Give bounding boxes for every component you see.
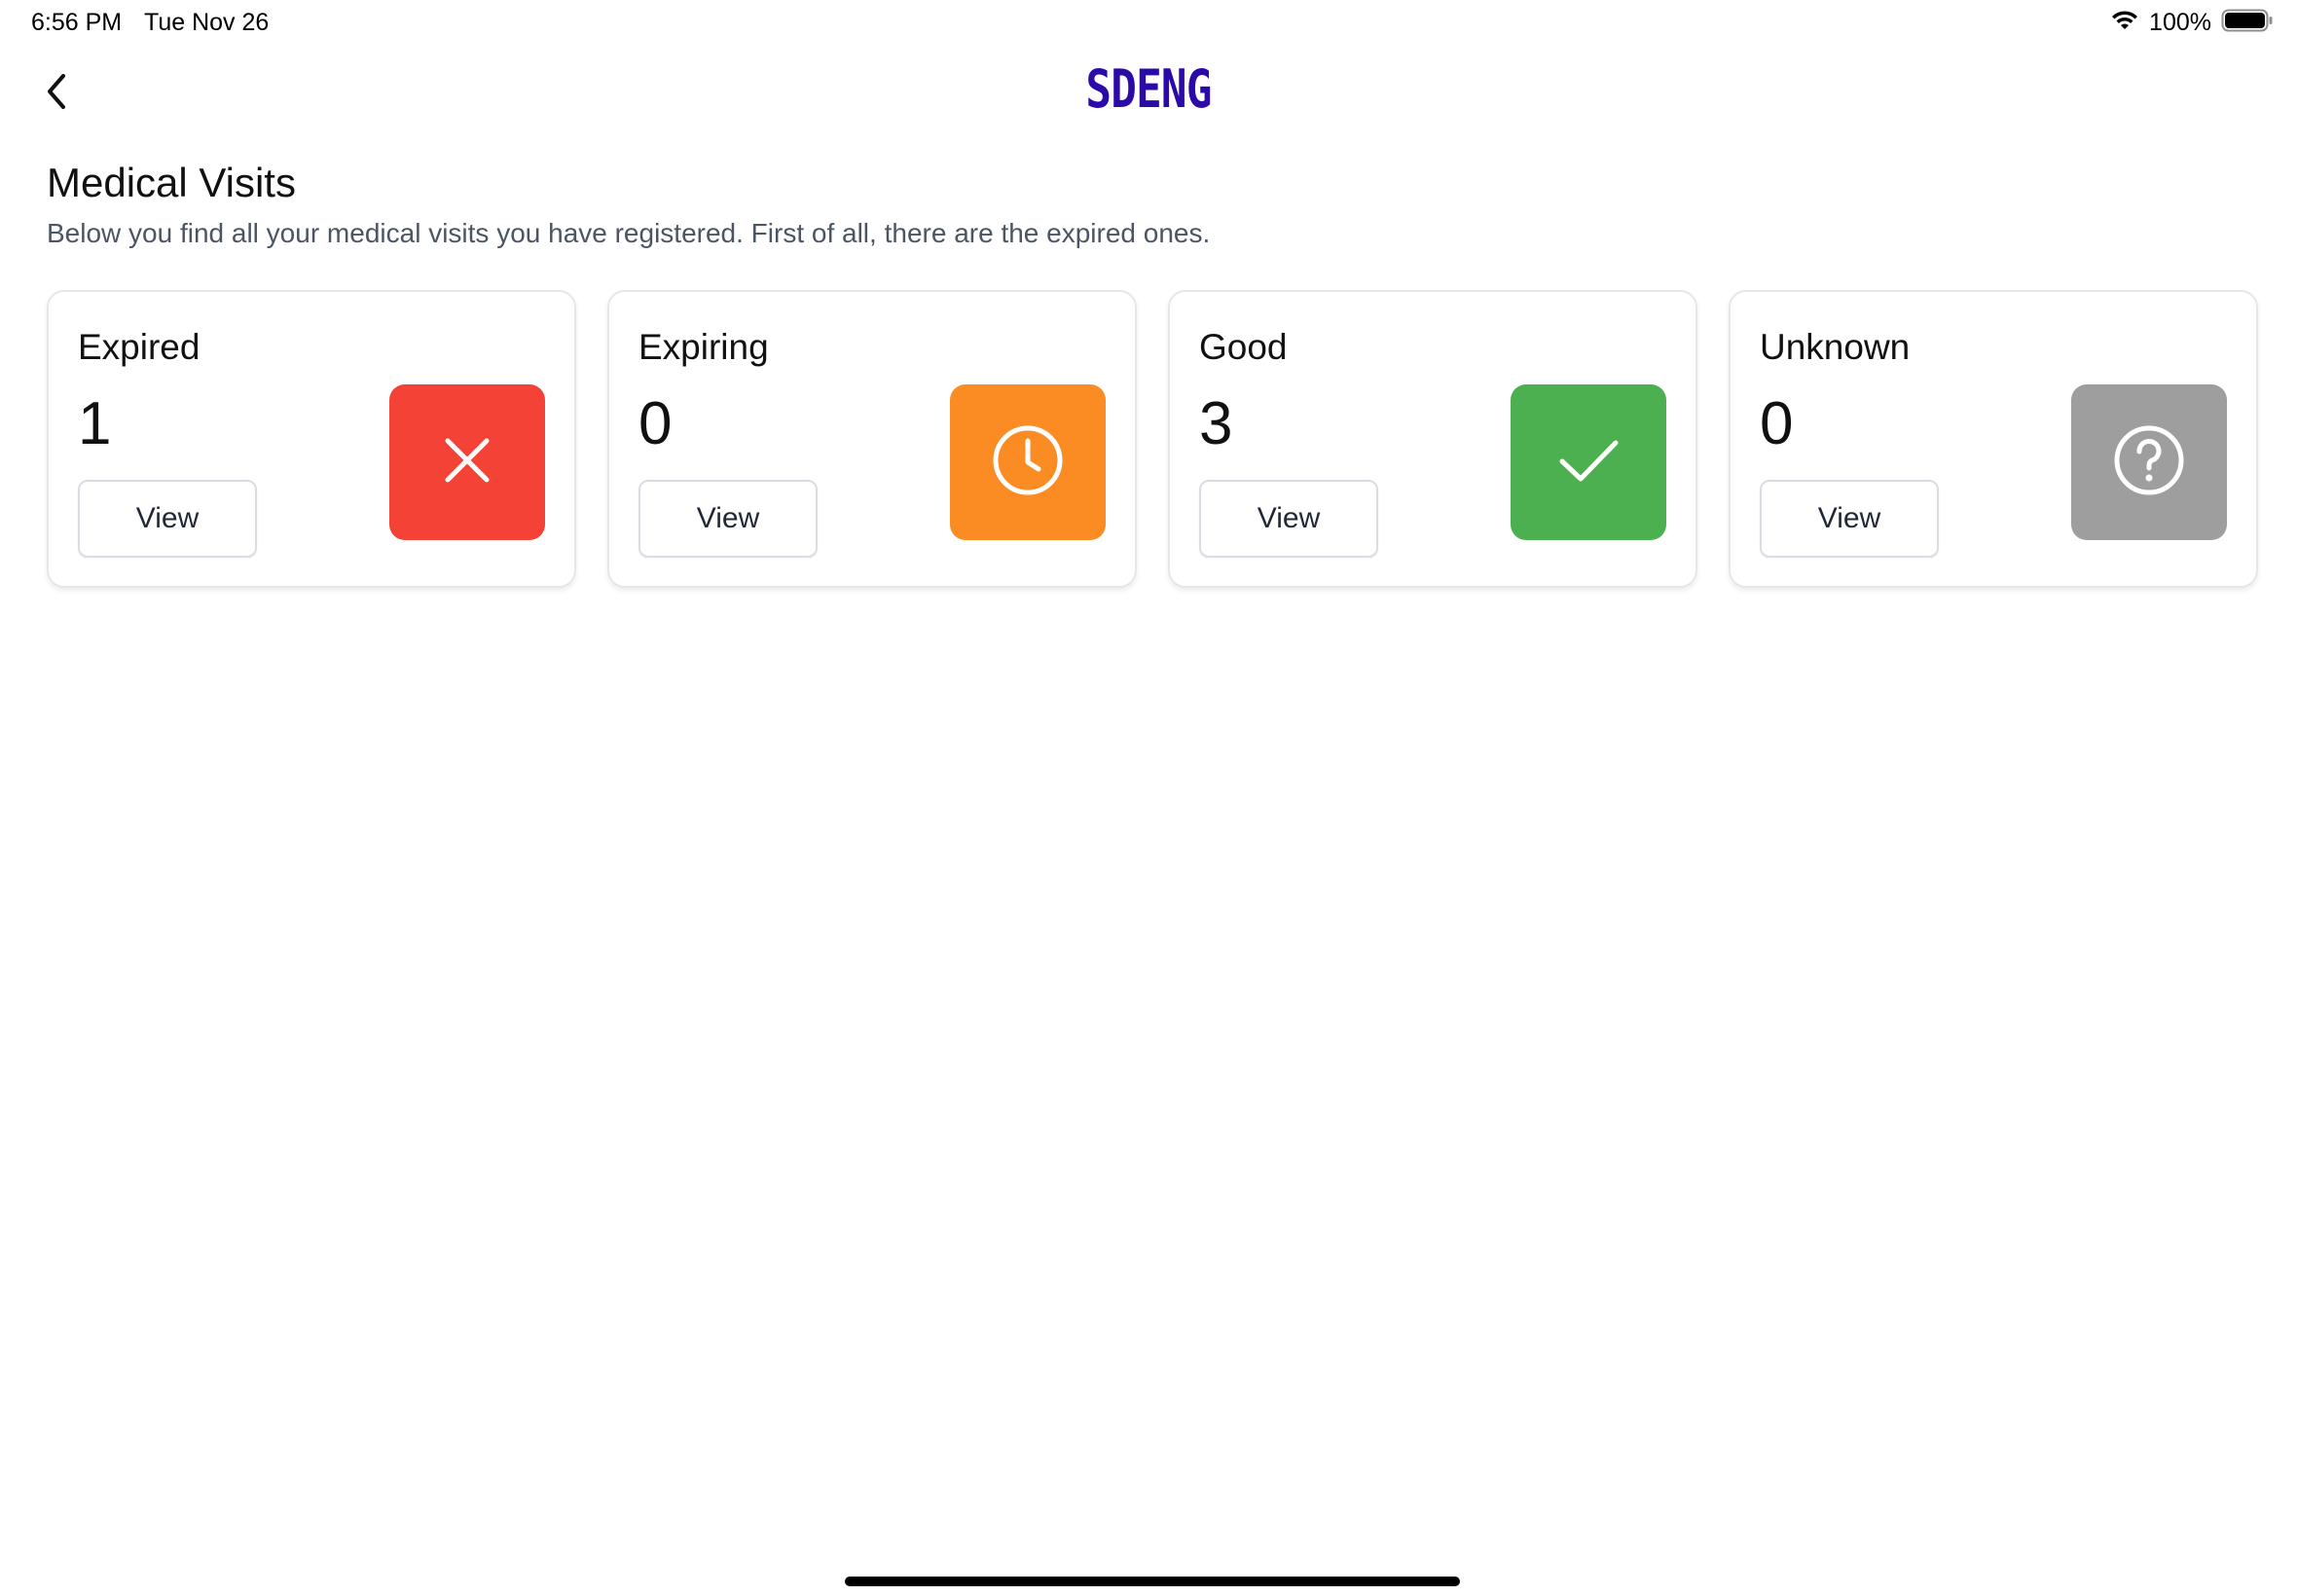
expired-badge (389, 384, 545, 540)
status-bar: 6:56 PM Tue Nov 26 100% (0, 0, 2297, 45)
card-unknown: Unknown 0 View (1729, 290, 2258, 588)
card-count: 1 (78, 390, 112, 457)
clock-icon (987, 419, 1069, 506)
check-icon (1548, 419, 1629, 506)
close-icon (426, 419, 508, 506)
battery-icon (2221, 8, 2274, 38)
card-good: Good 3 View (1168, 290, 1697, 588)
status-time: 6:56 PM (31, 9, 123, 36)
card-label: Expired (78, 327, 201, 367)
brand-logo: SDENG (1085, 58, 1212, 120)
wifi-icon (2110, 9, 2139, 37)
view-expired-button[interactable]: View (78, 480, 257, 558)
unknown-badge (2071, 384, 2227, 540)
question-icon (2108, 419, 2190, 506)
view-unknown-button[interactable]: View (1760, 480, 1939, 558)
card-count: 0 (1760, 390, 1794, 457)
battery-percentage: 100% (2149, 9, 2211, 36)
status-indicators: 100% (2110, 8, 2274, 38)
status-date: Tue Nov 26 (144, 9, 270, 36)
page-subtitle: Below you find all your medical visits y… (47, 218, 1211, 248)
card-count: 0 (638, 390, 673, 457)
expiring-badge (950, 384, 1106, 540)
home-indicator (845, 1577, 1460, 1586)
card-label: Expiring (638, 327, 769, 367)
good-badge (1511, 384, 1666, 540)
status-cards: Expired 1 View Expiring 0 View Good 3 Vi… (47, 290, 2258, 588)
view-expiring-button[interactable]: View (638, 480, 818, 558)
chevron-left-icon (45, 72, 68, 116)
card-count: 3 (1199, 390, 1233, 457)
card-expiring: Expiring 0 View (607, 290, 1137, 588)
card-expired: Expired 1 View (47, 290, 576, 588)
view-good-button[interactable]: View (1199, 480, 1378, 558)
card-label: Good (1199, 327, 1288, 367)
back-button[interactable] (35, 68, 78, 119)
card-label: Unknown (1760, 327, 1911, 367)
page-title: Medical Visits (47, 160, 296, 205)
